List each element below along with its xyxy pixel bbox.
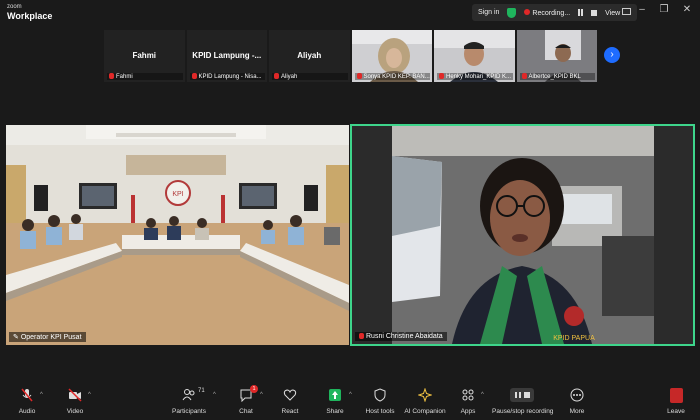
apps-label: Apps [460, 408, 476, 415]
maximize-icon[interactable]: ❐ [656, 4, 672, 15]
minimize-icon[interactable]: – [634, 4, 650, 15]
chat-label: Chat [239, 408, 253, 415]
audio-button[interactable]: Audio [14, 388, 40, 415]
thumb-sonya[interactable]: Sonya KPID KEP. BAN... [351, 30, 432, 82]
ai-companion-button[interactable]: AI Companion [404, 387, 446, 415]
meeting-toolbar: Audio ^ Video ^ 71 Participants ^ 1 Chat… [0, 385, 700, 420]
participants-button[interactable]: 71 Participants [170, 388, 208, 415]
thumb-henky[interactable]: Henky Mohari_KPID K... [434, 30, 515, 82]
mic-muted-icon [439, 73, 444, 79]
mic-muted-icon [359, 333, 364, 339]
react-label: React [281, 408, 299, 415]
thumb-aliyah[interactable]: Aliyah Aliyah [269, 30, 350, 82]
recording-dot-icon [524, 8, 531, 15]
thumb-name: Aliyah [297, 51, 322, 60]
pin-icon: ✎ [13, 334, 21, 341]
share-button[interactable]: Share [324, 388, 346, 415]
thumb-label: Sonya KPID KEP. BAN... [354, 73, 430, 80]
security-shield-icon[interactable] [507, 7, 517, 18]
chat-options-caret[interactable]: ^ [260, 392, 263, 398]
mic-muted-icon [109, 73, 114, 79]
audio-options-caret[interactable]: ^ [40, 392, 43, 398]
host-tools-button[interactable]: Host tools [364, 388, 396, 415]
video-tile-active-speaker[interactable]: KPID PAPUA Rusni Christine Abaidata [350, 124, 695, 346]
sign-in-button[interactable]: Sign in [478, 9, 499, 16]
pause-stop-recording-button[interactable]: Pause/stop recording [492, 388, 554, 415]
next-page-button[interactable]: › [604, 47, 620, 63]
shield-icon [373, 388, 387, 402]
speaker-video: KPID PAPUA [352, 126, 693, 344]
thumb-label: Albertce_KPID BKL [519, 73, 595, 80]
mic-muted-icon [356, 73, 362, 79]
sparkle-icon [417, 387, 433, 403]
share-label: Share [326, 408, 344, 415]
ai-companion-label: AI Companion [404, 408, 446, 415]
pause-recording-icon[interactable] [578, 9, 584, 16]
leave-button[interactable]: Leave [664, 388, 688, 415]
participant-strip: Fahmi Fahmi KPID Lampung -... KPID Lampu… [104, 30, 597, 82]
camera-off-icon [68, 388, 82, 402]
thumb-name: Fahmi [132, 51, 157, 60]
recording-status[interactable]: Recording... [524, 8, 570, 17]
video-options-caret[interactable]: ^ [88, 392, 91, 398]
meeting-controls: Sign in Recording... View [472, 4, 638, 21]
thumb-label: KPID Lampung - Nisa... [189, 73, 265, 80]
thumb-name: KPID Lampung -... [192, 51, 262, 60]
video-tile-room[interactable]: KPI ✎ Operator KPI Pusat [6, 125, 349, 345]
more-icon [570, 388, 584, 402]
svg-text:KPI: KPI [172, 191, 183, 198]
leave-label: Leave [667, 408, 685, 415]
share-options-caret[interactable]: ^ [349, 392, 352, 398]
participants-icon: 71 [182, 388, 205, 402]
view-grid-icon [622, 8, 632, 15]
stop-recording-icon[interactable] [591, 9, 598, 16]
svg-text:KPID PAPUA: KPID PAPUA [553, 335, 595, 342]
react-button[interactable]: React [280, 388, 300, 415]
video-button[interactable]: Video [62, 388, 88, 415]
leave-icon [669, 388, 683, 403]
apps-options-caret[interactable]: ^ [481, 392, 484, 398]
zoom-logo: zoom Workplace [7, 3, 52, 21]
pause-stop-icon [510, 388, 534, 402]
audio-label: Audio [18, 408, 36, 415]
video-label: Video [66, 408, 84, 415]
view-button[interactable]: View [605, 8, 632, 17]
room-video: KPI [6, 125, 349, 345]
pause-recording-label: Pause/stop recording [492, 408, 554, 415]
thumb-kpid-lampung[interactable]: KPID Lampung -... KPID Lampung - Nisa... [186, 30, 267, 82]
mic-muted-icon [20, 388, 34, 402]
top-bar: zoom Workplace Sign in Recording... View… [0, 0, 700, 26]
chat-icon: 1 [239, 385, 258, 403]
apps-icon [461, 388, 475, 402]
more-label: More [569, 408, 585, 415]
close-icon[interactable]: ✕ [679, 4, 695, 15]
share-screen-icon [328, 388, 342, 402]
mic-muted-icon [191, 73, 197, 79]
tile-name-label: ✎ Operator KPI Pusat [9, 332, 86, 342]
mic-muted-icon [274, 73, 279, 79]
participants-options-caret[interactable]: ^ [213, 392, 216, 398]
apps-button[interactable]: Apps [458, 388, 478, 415]
thumb-albertce[interactable]: Albertce_KPID BKL [516, 30, 597, 82]
thumb-label: Fahmi [107, 73, 183, 80]
chat-button[interactable]: 1 Chat [236, 385, 258, 415]
thumb-label: Aliyah [272, 73, 348, 80]
chat-badge: 1 [250, 385, 258, 393]
mic-muted-icon [521, 73, 527, 79]
participants-label: Participants [172, 408, 206, 415]
thumb-fahmi[interactable]: Fahmi Fahmi [104, 30, 185, 82]
host-tools-label: Host tools [365, 408, 395, 415]
brand-bottom: Workplace [7, 11, 53, 21]
tile-name-label: Rusni Christine Abaidata [355, 332, 447, 341]
more-button[interactable]: More [566, 388, 588, 415]
thumb-label: Henky Mohari_KPID K... [437, 73, 513, 80]
heart-icon [283, 388, 297, 402]
participants-count: 71 [198, 388, 205, 394]
